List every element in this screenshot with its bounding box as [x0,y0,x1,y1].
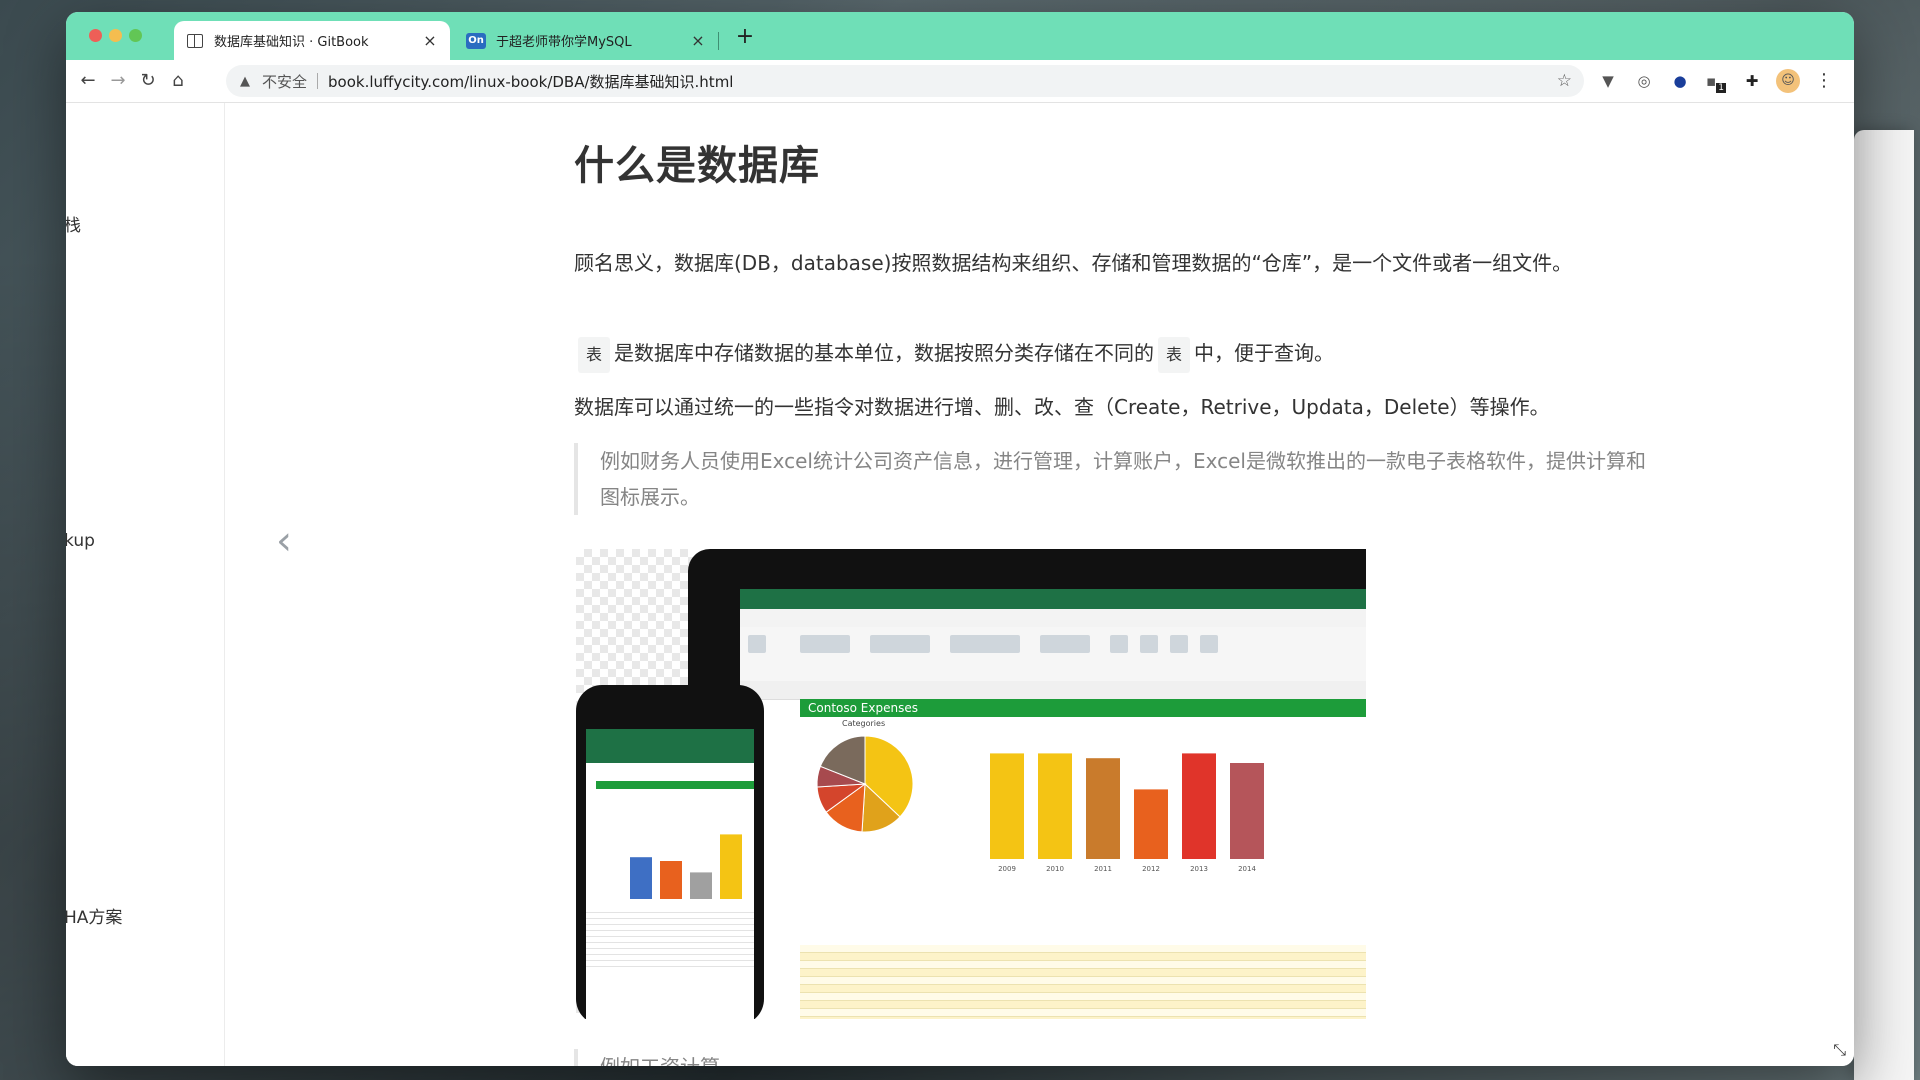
blockquote: 例如工资计算 [574,1049,720,1066]
compass-extension-icon[interactable]: ● [1668,69,1692,93]
pie-chart [816,735,914,833]
vimium-extension-icon[interactable]: ▼ [1596,69,1620,93]
bar [1230,763,1264,859]
bar-label: 2009 [998,865,1016,873]
browser-toolbar: ← → ↻ ⌂ ▲ 不安全 book.luffycity.com/linux-b… [66,60,1854,103]
paragraph: 顾名思义，数据库(DB，database)按照数据结构来组织、存储和管理数据的“… [574,251,1573,275]
phone-sheet-title-bar [596,781,754,789]
bar-label: 2014 [1238,865,1256,873]
close-icon[interactable]: × [422,31,438,50]
zoom-window-button[interactable] [129,29,142,42]
bar [1182,753,1216,859]
phone-bar [660,861,682,899]
phone-bar [720,834,742,899]
bar [1086,758,1120,859]
tab-separator [718,32,719,50]
phone-bar [630,857,652,899]
back-icon[interactable]: ← [76,69,100,93]
book-sidebar: 栈 kup HA方案 [66,103,225,1066]
tab-strip: 数据库基础知识 · GitBook × On 于超老师带你学MySQL × + [66,12,1854,60]
bar-label: 2012 [1142,865,1160,873]
bookmark-star-icon[interactable]: ☆ [1557,71,1572,91]
sheet-title: Contoso Expenses [800,699,1366,717]
bar [1038,753,1072,859]
close-icon[interactable]: × [690,31,706,50]
close-window-button[interactable] [89,29,102,42]
paragraph-text: 中，便于查询。 [1194,341,1335,365]
excel-titlebar [740,589,1366,609]
reader-extension-icon[interactable]: ◎ [1632,69,1656,93]
phone-data-rows [586,907,754,1019]
extension-badge-count: 1 [1716,83,1726,93]
forward-icon[interactable]: → [106,69,130,93]
sidebar-item[interactable]: 栈 [66,211,81,236]
bar [1134,789,1168,859]
blockquote: 例如财务人员使用Excel统计公司资产信息，进行管理，计算账户，Excel是微软… [574,443,1654,515]
data-table [800,945,1366,1019]
phone-excel-screen [586,729,754,1019]
excel-ribbon-tabs [740,609,1366,627]
inline-code: 表 [578,337,611,373]
background-window [1854,130,1914,1080]
bar-label: 2011 [1094,865,1112,873]
page-title: 什么是数据库 [574,143,820,189]
resize-handle-icon[interactable]: ⤡ [1833,1040,1846,1060]
reload-icon[interactable]: ↻ [136,69,160,93]
excel-screen: Contoso Expenses Categories 2009 2010 2011… [740,589,1366,1019]
sidebar-item[interactable]: kup [66,531,95,551]
excel-ribbon [740,627,1366,682]
more-menu-icon[interactable]: ⋮ [1812,69,1836,93]
inline-code: 表 [1158,337,1191,373]
bar [990,753,1024,859]
tab-title: 数据库基础知识 · GitBook [214,35,369,50]
extensions-puzzle-icon[interactable]: ✚ [1740,69,1764,93]
warning-icon: ▲ [240,73,250,89]
chart-categories-title: Categories [842,719,886,728]
tab-mysql[interactable]: On 于超老师带你学MySQL × [454,21,718,60]
address-bar[interactable]: ▲ 不安全 book.luffycity.com/linux-book/DBA/… [226,65,1584,97]
sidebar-item[interactable]: HA方案 [66,903,122,928]
phone-bar-chart [630,834,742,899]
bar-label: 2013 [1190,865,1208,873]
bar-label: 2010 [1046,865,1064,873]
paragraph: 数据库可以通过统一的一些指令对数据进行增、删、改、查（Create，Retriv… [574,395,1550,419]
url-text[interactable]: book.luffycity.com/linux-book/DBA/数据库基础知… [328,71,733,92]
security-label[interactable]: 不安全 [262,71,307,92]
home-icon[interactable]: ⌂ [166,69,190,93]
page-content: 栈 kup HA方案 ‹ 什么是数据库 顾名思义，数据库(DB，database… [66,103,1854,1066]
paragraph-text: 是数据库中存储数据的基本单位，数据按照分类存储在不同的 [614,341,1155,365]
tablet-device: Contoso Expenses Categories 2009 2010 2011… [688,549,1366,1019]
excel-illustration: Contoso Expenses Categories 2009 2010 2011… [576,549,1366,1019]
tab-title: 于超老师带你学MySQL [496,35,632,50]
bar-chart: 2009 2010 2011 2012 2013 2014 [990,753,1264,873]
paragraph: 表是数据库中存储数据的基本单位，数据按照分类存储在不同的表中，便于查询。 [574,335,1654,373]
divider [317,73,319,89]
phone-bar [690,872,712,899]
minimize-window-button[interactable] [109,29,122,42]
phone-device [576,685,764,1019]
new-tab-button[interactable]: + [732,24,758,50]
excel-formula-bar [740,681,1366,700]
extension-badge-icon[interactable]: ▪ 1 [1704,69,1728,93]
phone-excel-header [586,729,754,763]
profile-avatar-icon[interactable]: ☺ [1776,69,1800,93]
browser-window: 数据库基础知识 · GitBook × On 于超老师带你学MySQL × + … [66,12,1854,1066]
tab-gitbook[interactable]: 数据库基础知识 · GitBook × [174,21,450,60]
previous-page-chevron-icon[interactable]: ‹ [276,521,292,561]
site-favicon: On [466,32,486,49]
book-icon [186,33,204,49]
